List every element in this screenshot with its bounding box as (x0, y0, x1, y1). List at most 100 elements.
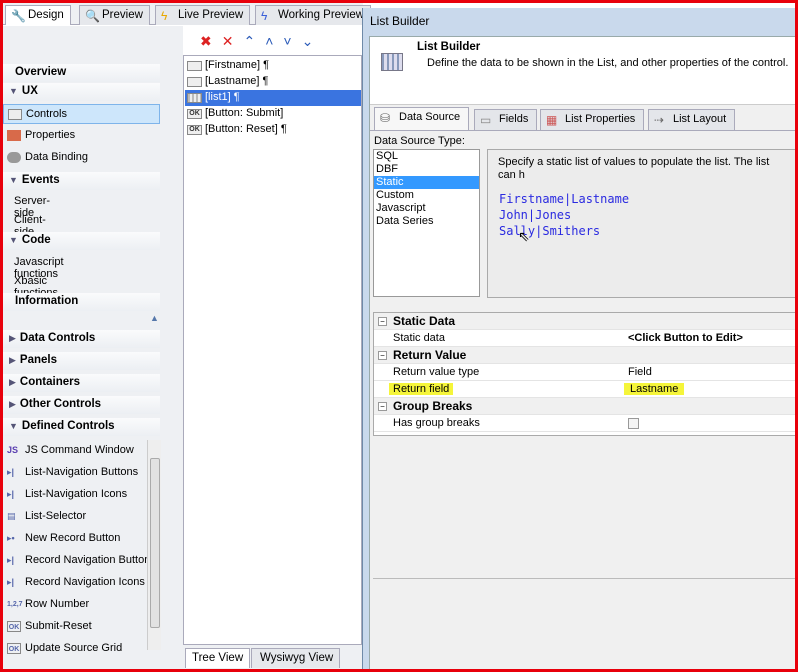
tab-tree-view[interactable]: Tree View (185, 648, 251, 668)
control-icon: 1,2,7 (7, 601, 23, 608)
data-source-option[interactable]: Data Series (374, 215, 479, 228)
tree-item-label: [Button: Reset] ¶ (205, 123, 287, 135)
defined-control-item[interactable]: OK Update Source Grid (3, 639, 146, 659)
section-label: Defined Controls (21, 420, 115, 432)
group-defined-controls[interactable]: ▼ Defined Controls (3, 418, 160, 436)
data-source-type-list[interactable]: SQL DBF Static Custom Javascript Data Series (373, 149, 480, 297)
tab-live-preview[interactable]: ϟ Live Preview (155, 5, 251, 25)
sidebar-item-controls[interactable]: Controls (3, 104, 160, 124)
category-group-breaks[interactable]: − Group Breaks (374, 398, 797, 415)
move-up-icon[interactable]: ˄ (265, 33, 283, 49)
category-static-data[interactable]: − Static Data (374, 313, 797, 330)
tab-design[interactable]: 🔧 Design (5, 5, 71, 25)
property-static-data[interactable]: Static data <Click Button to Edit> (374, 330, 797, 347)
section-label: UX (21, 85, 38, 97)
tab-label: Preview (102, 9, 143, 21)
item-label: Record Navigation Icons (25, 576, 145, 588)
data-source-option[interactable]: Javascript (374, 202, 479, 215)
static-description-panel: Specify a static list of values to popul… (487, 149, 798, 298)
fields-icon: ▭ (480, 113, 492, 127)
tree-item-button-submit[interactable]: OK [Button: Submit] (185, 106, 361, 122)
delete-icon[interactable]: ✕ (222, 33, 244, 49)
control-icon: ▸| (7, 489, 15, 499)
tree-item-label: [Button: Submit] (205, 107, 284, 119)
controls-icon (8, 109, 22, 120)
collapse-up-icon[interactable]: ▲ (150, 313, 159, 323)
static-example-line: John|Jones (499, 208, 572, 222)
section-overview[interactable]: Overview (3, 64, 160, 82)
tab-working-preview[interactable]: ϟ Working Preview (255, 5, 372, 25)
section-code[interactable]: ▼ Code (3, 232, 160, 250)
group-other-controls[interactable]: ▶ Other Controls (3, 396, 160, 414)
tree-item-lastname[interactable]: [Lastname] ¶ (185, 74, 361, 90)
tab-list-layout[interactable]: ⇢ List Layout (648, 109, 736, 130)
control-icon: OK (7, 621, 21, 632)
tab-wysiwyg-view[interactable]: Wysiwyg View (251, 648, 341, 668)
group-data-controls[interactable]: ▶ Data Controls (3, 330, 160, 348)
static-example-line: Sally|Smithers (499, 224, 601, 238)
group-containers[interactable]: ▶ Containers (3, 374, 160, 392)
tab-data-source[interactable]: ⛁ Data Source (374, 107, 470, 130)
property-value[interactable]: Field (628, 366, 652, 378)
edit-static-data-button[interactable]: <Click Button to Edit> (628, 332, 743, 344)
move-top-icon[interactable]: ⌃ (243, 33, 265, 49)
control-icon: ▸| (7, 555, 15, 565)
defined-control-item[interactable]: ▸• New Record Button (3, 529, 146, 549)
defined-control-item[interactable]: ▸| List-Navigation Icons (3, 485, 146, 505)
section-label: Other Controls (19, 398, 102, 410)
group-panels[interactable]: ▶ Panels (3, 352, 160, 370)
tab-fields[interactable]: ▭ Fields (474, 109, 538, 130)
data-source-option[interactable]: DBF (374, 163, 479, 176)
collapse-icon[interactable]: − (378, 317, 387, 326)
property-has-group-breaks[interactable]: Has group breaks (374, 415, 797, 432)
item-label: List-Navigation Buttons (25, 466, 139, 478)
tree-item-firstname[interactable]: [Firstname] ¶ (185, 58, 361, 74)
dialog-title: List Builder (370, 14, 430, 28)
defined-control-item[interactable]: OK Submit-Reset (3, 617, 146, 637)
list-icon (187, 93, 202, 103)
section-information[interactable]: Information (3, 293, 160, 311)
expand-triangle-icon: ▶ (9, 355, 16, 365)
defined-control-item[interactable]: ▸| List-Navigation Buttons (3, 463, 146, 483)
defined-control-item[interactable]: ▤ List-Selector (3, 507, 146, 527)
tab-list-properties[interactable]: ▦ List Properties (540, 109, 645, 130)
tab-preview[interactable]: 🔍 Preview (79, 5, 150, 25)
data-source-type-label: Data Source Type: (374, 135, 465, 147)
tab-label: List Layout (673, 113, 727, 125)
controls-tree: [Firstname] ¶ [Lastname] ¶ [list1] ¶ OK[… (183, 55, 362, 645)
tab-label: Fields (499, 113, 529, 125)
data-source-option[interactable]: Custom (374, 189, 479, 202)
expand-triangle-icon: ▼ (9, 421, 18, 431)
defined-control-item[interactable]: 1,2,7 Row Number (3, 595, 146, 615)
tree-item-label: [Lastname] ¶ (205, 75, 269, 87)
defined-control-item[interactable]: ▸| Record Navigation Buttons (3, 551, 156, 571)
delete-all-icon[interactable]: ✖ (200, 33, 222, 49)
move-down-icon[interactable]: ˅ (283, 33, 301, 49)
sidebar-item-properties[interactable]: Properties (3, 126, 160, 146)
collapse-icon[interactable]: − (378, 402, 387, 411)
section-label: Data Controls (19, 332, 96, 344)
group-breaks-checkbox[interactable] (628, 418, 639, 429)
data-source-option[interactable]: SQL (374, 150, 479, 163)
data-source-option[interactable]: Static (374, 176, 479, 189)
sidebar-item-data-binding[interactable]: Data Binding (3, 148, 160, 168)
property-return-value-type[interactable]: Return value type Field (374, 364, 797, 381)
property-label: Return field (389, 383, 454, 395)
scrollbar[interactable] (147, 440, 161, 650)
move-bottom-icon[interactable]: ⌄ (302, 33, 324, 49)
property-value[interactable]: Lastname (624, 383, 685, 395)
defined-control-item[interactable]: ▸| Record Navigation Icons (3, 573, 146, 593)
defined-controls-list: JS JS Command Window ▸| List-Navigation But… (3, 440, 156, 654)
section-ux[interactable]: ▼ UX (3, 83, 160, 101)
expand-triangle-icon: ▶ (9, 377, 16, 387)
section-events[interactable]: ▼ Events (3, 172, 160, 190)
scrollbar-thumb[interactable] (150, 458, 160, 628)
collapse-icon[interactable]: − (378, 351, 387, 360)
tree-item-button-reset[interactable]: OK [Button: Reset] ¶ (185, 122, 361, 138)
tree-item-list1[interactable]: [list1] ¶ (185, 90, 361, 106)
property-return-field[interactable]: Return field Lastname (374, 381, 797, 398)
defined-control-item[interactable]: JS JS Command Window (3, 441, 146, 461)
category-return-value[interactable]: − Return Value (374, 347, 797, 364)
control-icon: JS (7, 445, 19, 455)
properties-icon (7, 130, 21, 141)
